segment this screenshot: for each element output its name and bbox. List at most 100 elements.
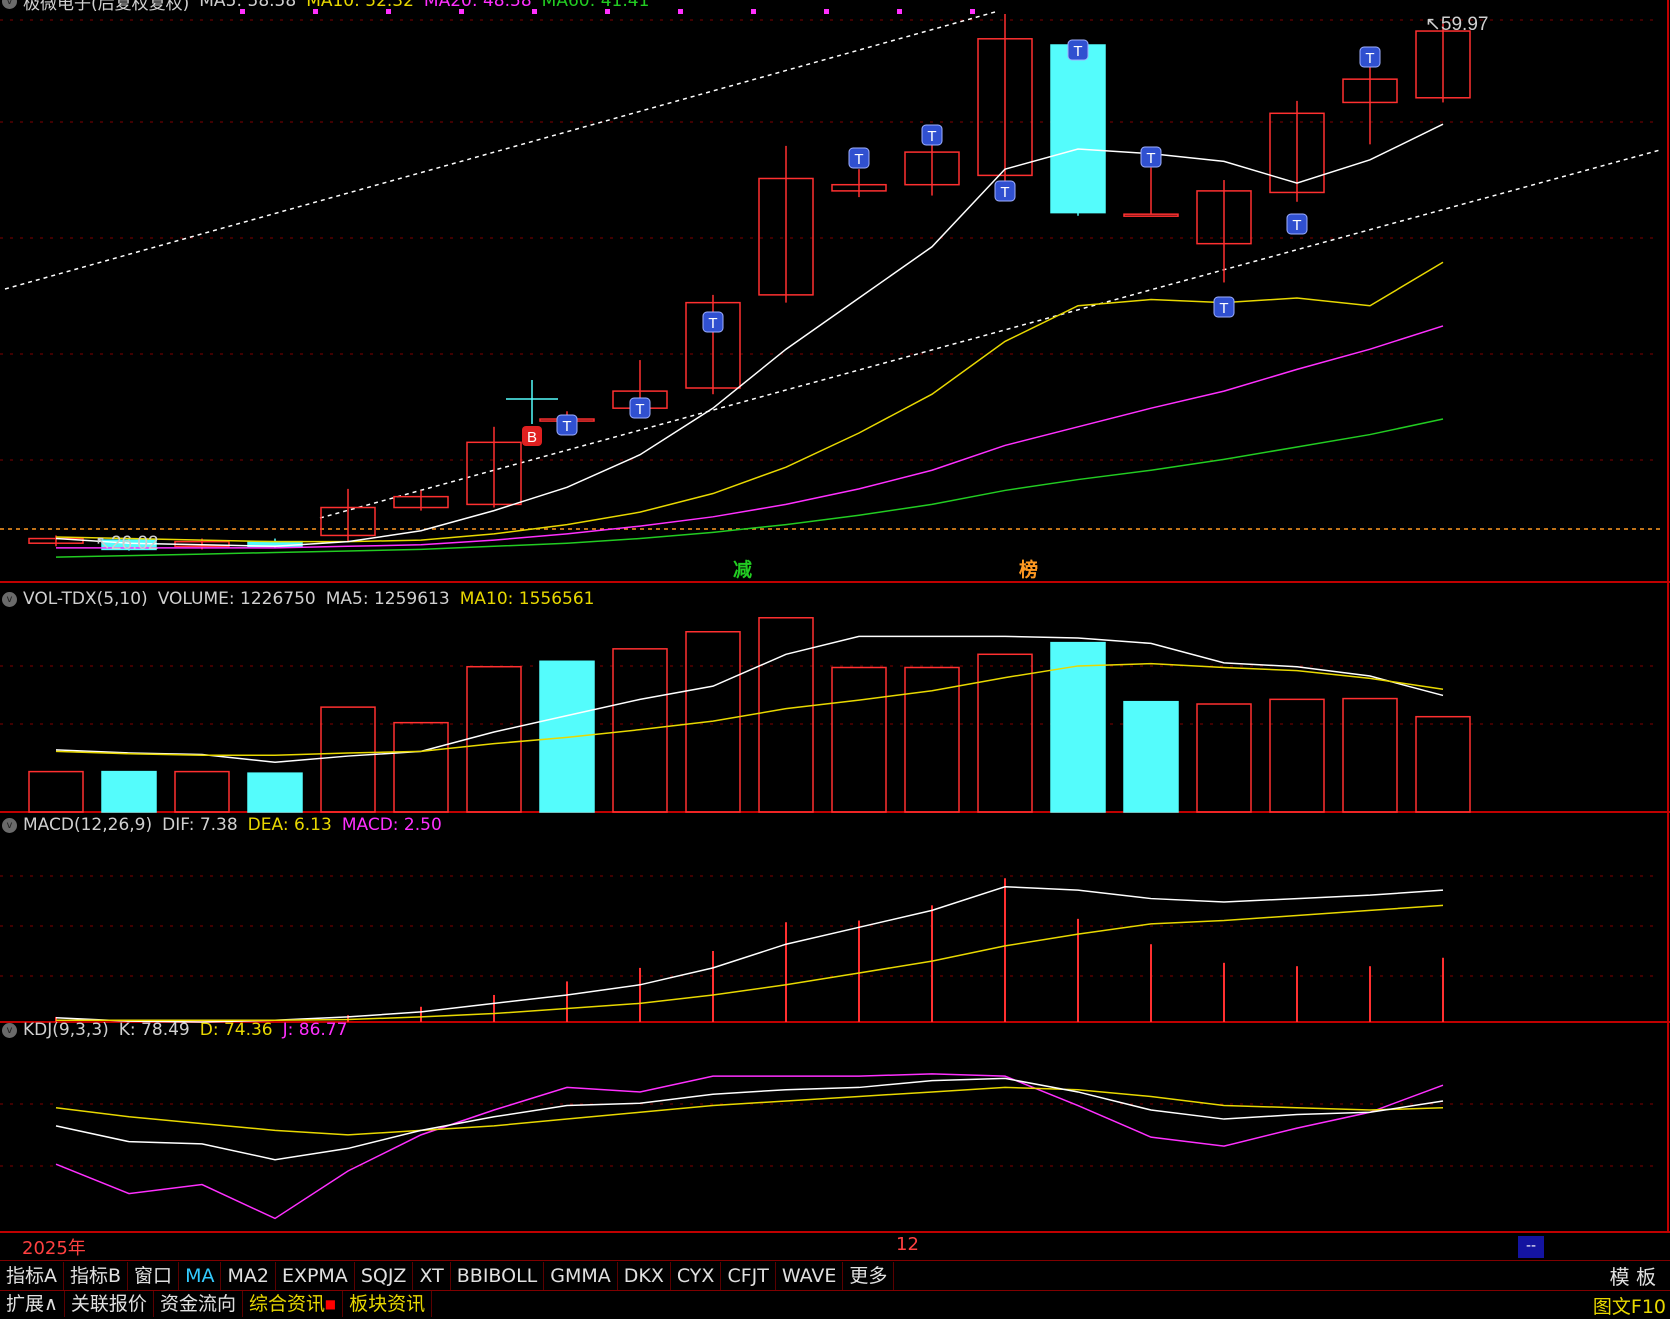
toolbar-tab-12[interactable]: CFJT [721, 1262, 776, 1290]
time-axis-year: 2025年 [22, 1238, 86, 1259]
news-alert-icon: ■ [320, 1297, 337, 1311]
macd-dea-line [56, 904, 1444, 1022]
toolbar-tab-13[interactable]: WAVE [776, 1262, 844, 1290]
kdj-header: v KDJ(9,3,3) K: 78.49 D: 74.36 J: 86.77 [0, 1019, 357, 1041]
macd-indicator-name: MACD(12,26,9) [23, 815, 153, 835]
toolbar-tab-8[interactable]: BBIBOLL [451, 1262, 545, 1290]
kdj-indicator-name: KDJ(9,3,3) [23, 1020, 109, 1040]
volume-bar [320, 706, 376, 813]
svg-text:T: T [1219, 300, 1228, 317]
volume-bar [1415, 715, 1471, 813]
volume-bar [1123, 700, 1179, 813]
stock-chart-canvas[interactable]: ↖59.97 ↖26.02 T T T T T T T T T T T B [0, 0, 1670, 1316]
vol-ma10-value: MA10: 1556561 [459, 589, 595, 609]
toolbar-tab-3[interactable]: MA [179, 1262, 222, 1290]
vol-ma5-line [55, 635, 1444, 764]
toolbar-tab-6[interactable]: SQJZ [355, 1262, 414, 1290]
volume-bar [539, 660, 595, 813]
ext-tab-1[interactable]: 关联报价 [65, 1291, 154, 1317]
ma10-value: MA10: 52.32 [306, 0, 414, 11]
volume-bar [28, 770, 84, 813]
volume-bar [466, 665, 522, 813]
svg-text:T: T [1365, 50, 1374, 67]
t-signal-icon: T [1213, 296, 1235, 318]
toolbar-tab-7[interactable]: XT [413, 1262, 451, 1290]
period-dot [678, 9, 683, 14]
ma20-value: MA20: 48.58 [423, 0, 532, 11]
kdj-d-line [55, 1086, 1444, 1136]
toolbar-tab-14[interactable]: 更多 [843, 1262, 895, 1290]
toolbar-tab-4[interactable]: MA2 [221, 1262, 276, 1290]
volume-bar [1196, 703, 1252, 813]
macd-toggle-icon[interactable]: v [2, 817, 17, 833]
stock-title: 极微电子(后复权复权) [23, 0, 190, 14]
kdj-toggle-icon[interactable]: v [2, 1022, 17, 1038]
macd-dea-value: DEA: 6.13 [247, 815, 332, 835]
ma10-line [55, 261, 1444, 543]
ext-tab-4[interactable]: 板块资讯 [343, 1291, 433, 1317]
main-indicator-header: v 极微电子(后复权复权) MA5: 58.58 MA10: 52.32 MA2… [0, 0, 659, 14]
f10-button[interactable]: 图文F10 [1593, 1292, 1666, 1319]
template-button[interactable]: 模 板 [1610, 1261, 1656, 1290]
kdj-j-value: J: 86.77 [282, 1020, 348, 1040]
high-price-label: ↖59.97 [1425, 14, 1488, 35]
toolbar-tab-1[interactable]: 指标B [64, 1262, 129, 1290]
reduce-holding-tag[interactable]: 减 [733, 555, 752, 582]
volume-toggle-icon[interactable]: v [2, 591, 17, 607]
toolbar-tab-2[interactable]: 窗口 [128, 1262, 180, 1290]
toolbar-tab-0[interactable]: 指标A [0, 1262, 64, 1290]
volume-bar [393, 721, 449, 813]
macd-dif-value: DIF: 7.38 [162, 815, 238, 835]
period-dot [824, 9, 829, 14]
t-signal-icon: T [1067, 39, 1089, 61]
macd-header: v MACD(12,26,9) DIF: 7.38 DEA: 6.13 MACD… [0, 814, 452, 836]
toolbar-tab-5[interactable]: EXPMA [276, 1262, 355, 1290]
toolbar-tab-9[interactable]: GMMA [544, 1262, 618, 1290]
volume-bar [685, 631, 741, 813]
volume-bar [758, 617, 814, 813]
time-axis-cursor-box[interactable]: -- [1518, 1236, 1544, 1258]
ma60-value: MA60: 41.41 [541, 0, 650, 11]
ext-tab-0[interactable]: 扩展∧ [0, 1291, 65, 1317]
vol-ma10-line [55, 662, 1444, 757]
t-signal-icon: T [1359, 46, 1381, 68]
kdj-k-line [55, 1077, 1444, 1161]
vol-volume-value: VOLUME: 1226750 [157, 589, 316, 609]
period-dot [751, 9, 756, 14]
kdj-d-value: D: 74.36 [199, 1020, 273, 1040]
ma5-value: MA5: 58.58 [199, 0, 297, 11]
svg-text:T: T [927, 128, 936, 145]
volume-bar [904, 666, 960, 813]
svg-text:T: T [1073, 43, 1082, 60]
period-dot [897, 9, 902, 14]
svg-text:T: T [708, 315, 717, 332]
ranking-list-tag[interactable]: 榜 [1019, 555, 1038, 582]
t-signal-icon: T [556, 414, 578, 436]
svg-text:B: B [527, 429, 537, 446]
ext-tab-3[interactable]: 综合资讯 ■ [243, 1291, 344, 1317]
ext-tab-2[interactable]: 资金流向 [154, 1291, 243, 1317]
low-price-label: ↖26.02 [95, 533, 158, 554]
svg-text:T: T [562, 418, 571, 435]
volume-bar [174, 770, 230, 813]
svg-text:T: T [1292, 217, 1301, 234]
indicator-toggle-icon[interactable]: v [2, 0, 17, 9]
extension-toolbar: 扩展∧ 关联报价 资金流向 综合资讯 ■ 板块资讯 [0, 1290, 1670, 1317]
t-signal-icon: T [1140, 146, 1162, 168]
candle-body [1123, 213, 1179, 217]
ma5-line [55, 123, 1444, 548]
volume-bar [831, 666, 887, 813]
volume-bar [1050, 641, 1106, 813]
vol-ma5-value: MA5: 1259613 [325, 589, 450, 609]
ma60-line [55, 418, 1444, 558]
svg-text:T: T [854, 151, 863, 168]
toolbar-tab-11[interactable]: CYX [671, 1262, 722, 1290]
kdj-j-line [55, 1073, 1444, 1220]
period-dot [970, 9, 975, 14]
toolbar-tab-10[interactable]: DKX [618, 1262, 671, 1290]
buy-signal-icon: B [522, 426, 542, 446]
volume-bar [247, 772, 303, 813]
volume-header: v VOL-TDX(5,10) VOLUME: 1226750 MA5: 125… [0, 588, 604, 610]
volume-bar [1269, 698, 1325, 813]
volume-bar [1342, 697, 1398, 813]
